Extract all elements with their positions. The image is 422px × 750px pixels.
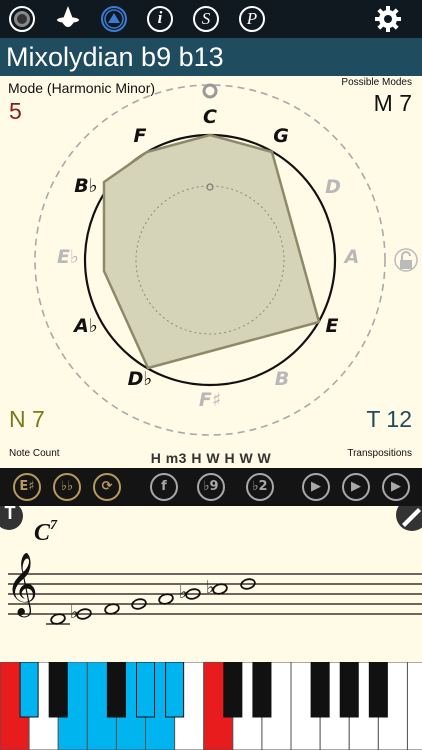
e-sharp-button[interactable]: E♯ <box>12 472 42 502</box>
chord-superscript: 7 <box>50 518 57 533</box>
treble-clef-icon: 𝄞 <box>6 552 38 615</box>
wizard-icon[interactable] <box>54 5 82 33</box>
s-glyph: S <box>201 9 211 28</box>
record-icon[interactable] <box>8 5 36 33</box>
function-button-glyph: f <box>161 479 167 494</box>
transpositions-value: T 12 <box>366 406 412 432</box>
circle-note-7[interactable]: F♯ <box>199 389 221 411</box>
cycle-button-glyph: ⟳ <box>101 479 113 494</box>
p-icon[interactable]: P <box>238 5 266 33</box>
circle-note-10[interactable]: E♭ <box>57 246 79 268</box>
circle-note-12[interactable]: F <box>134 125 147 147</box>
interval-pattern: H m3 H W H W W <box>150 450 272 466</box>
flat2-button[interactable]: ♭2 <box>245 472 275 502</box>
e-sharp-button-glyph: E♯ <box>19 479 35 494</box>
flat9-button-glyph: ♭9 <box>203 479 219 494</box>
black-key-1[interactable] <box>19 662 39 718</box>
double-flat-button[interactable]: ♭♭ <box>52 472 82 502</box>
lock-icon[interactable] <box>394 248 418 272</box>
circle-panel: Mode (Harmonic Minor) 5 Possible Modes M… <box>0 76 422 468</box>
circle-note-5[interactable]: E <box>326 315 339 337</box>
note-count-value: N 7 <box>9 406 45 432</box>
staff-note-5 <box>158 593 174 605</box>
black-key-9[interactable] <box>339 662 359 718</box>
circle-note-9[interactable]: A♭ <box>72 315 98 337</box>
s-icon[interactable]: S <box>192 5 220 33</box>
cycle-button[interactable]: ⟳ <box>92 472 122 502</box>
circle-note-2[interactable]: G <box>273 125 289 147</box>
black-key-3[interactable] <box>106 662 126 718</box>
info-glyph: i <box>157 8 163 27</box>
note-circle[interactable]: C G D A E B F♯ D♭ A♭ E♭ B♭ F <box>0 76 422 468</box>
piano-keyboard[interactable] <box>0 662 422 750</box>
play-scale-button[interactable]: ▶ <box>381 472 411 502</box>
play-scale-button-glyph: ▶ <box>391 479 401 494</box>
white-key-15[interactable] <box>406 662 422 750</box>
rotation-handle[interactable] <box>202 83 218 99</box>
play-chord-button-glyph: ▶ <box>311 479 321 494</box>
double-flat-button-glyph: ♭♭ <box>60 479 74 494</box>
gear-icon[interactable] <box>374 5 402 33</box>
play-chord-button[interactable]: ▶ <box>301 472 331 502</box>
black-key-10[interactable] <box>368 662 388 718</box>
top-toolbar: i S P <box>0 0 422 38</box>
title-bar: Mixolydian b9 b13 <box>0 38 422 76</box>
mode-triangle-icon[interactable] <box>100 5 128 33</box>
circle-note-3[interactable]: D <box>325 176 341 198</box>
black-key-2[interactable] <box>48 662 68 718</box>
black-key-7[interactable] <box>252 662 272 718</box>
black-key-6[interactable] <box>223 662 243 718</box>
scale-title: Mixolydian b9 b13 <box>6 42 224 72</box>
black-key-8[interactable] <box>310 662 330 718</box>
flat2-button-glyph: ♭2 <box>252 479 268 494</box>
music-staff: ♭♭ ♭ <box>0 506 422 625</box>
circle-note-11[interactable]: B♭ <box>74 175 97 197</box>
flat9-button[interactable]: ♭9 <box>196 472 226 502</box>
staff-note-1 <box>50 613 66 625</box>
p-glyph: P <box>246 9 258 28</box>
play-up-button[interactable]: ▶ <box>341 472 371 502</box>
staff-panel: ♭ ♭ ♭ T C 7 𝄞 <box>0 503 422 662</box>
circle-note-1[interactable]: C <box>203 106 217 128</box>
play-up-button-glyph: ▶ <box>351 479 361 494</box>
black-key-4[interactable] <box>135 662 156 718</box>
circle-note-4[interactable]: A <box>343 246 360 268</box>
info-icon[interactable]: i <box>146 5 174 33</box>
black-key-5[interactable] <box>165 662 185 718</box>
control-bar: E♯ ♭♭ ⟳ f ♭9 ♭2 ▶ ▶ ▶ <box>0 468 422 506</box>
circle-note-6[interactable]: B <box>275 368 289 390</box>
staff-note-3 <box>104 603 120 615</box>
circle-note-8[interactable]: D♭ <box>128 368 153 390</box>
chord-symbol: C <box>34 520 51 546</box>
t-badge[interactable]: T <box>1 503 19 524</box>
function-button[interactable]: f <box>149 472 179 502</box>
